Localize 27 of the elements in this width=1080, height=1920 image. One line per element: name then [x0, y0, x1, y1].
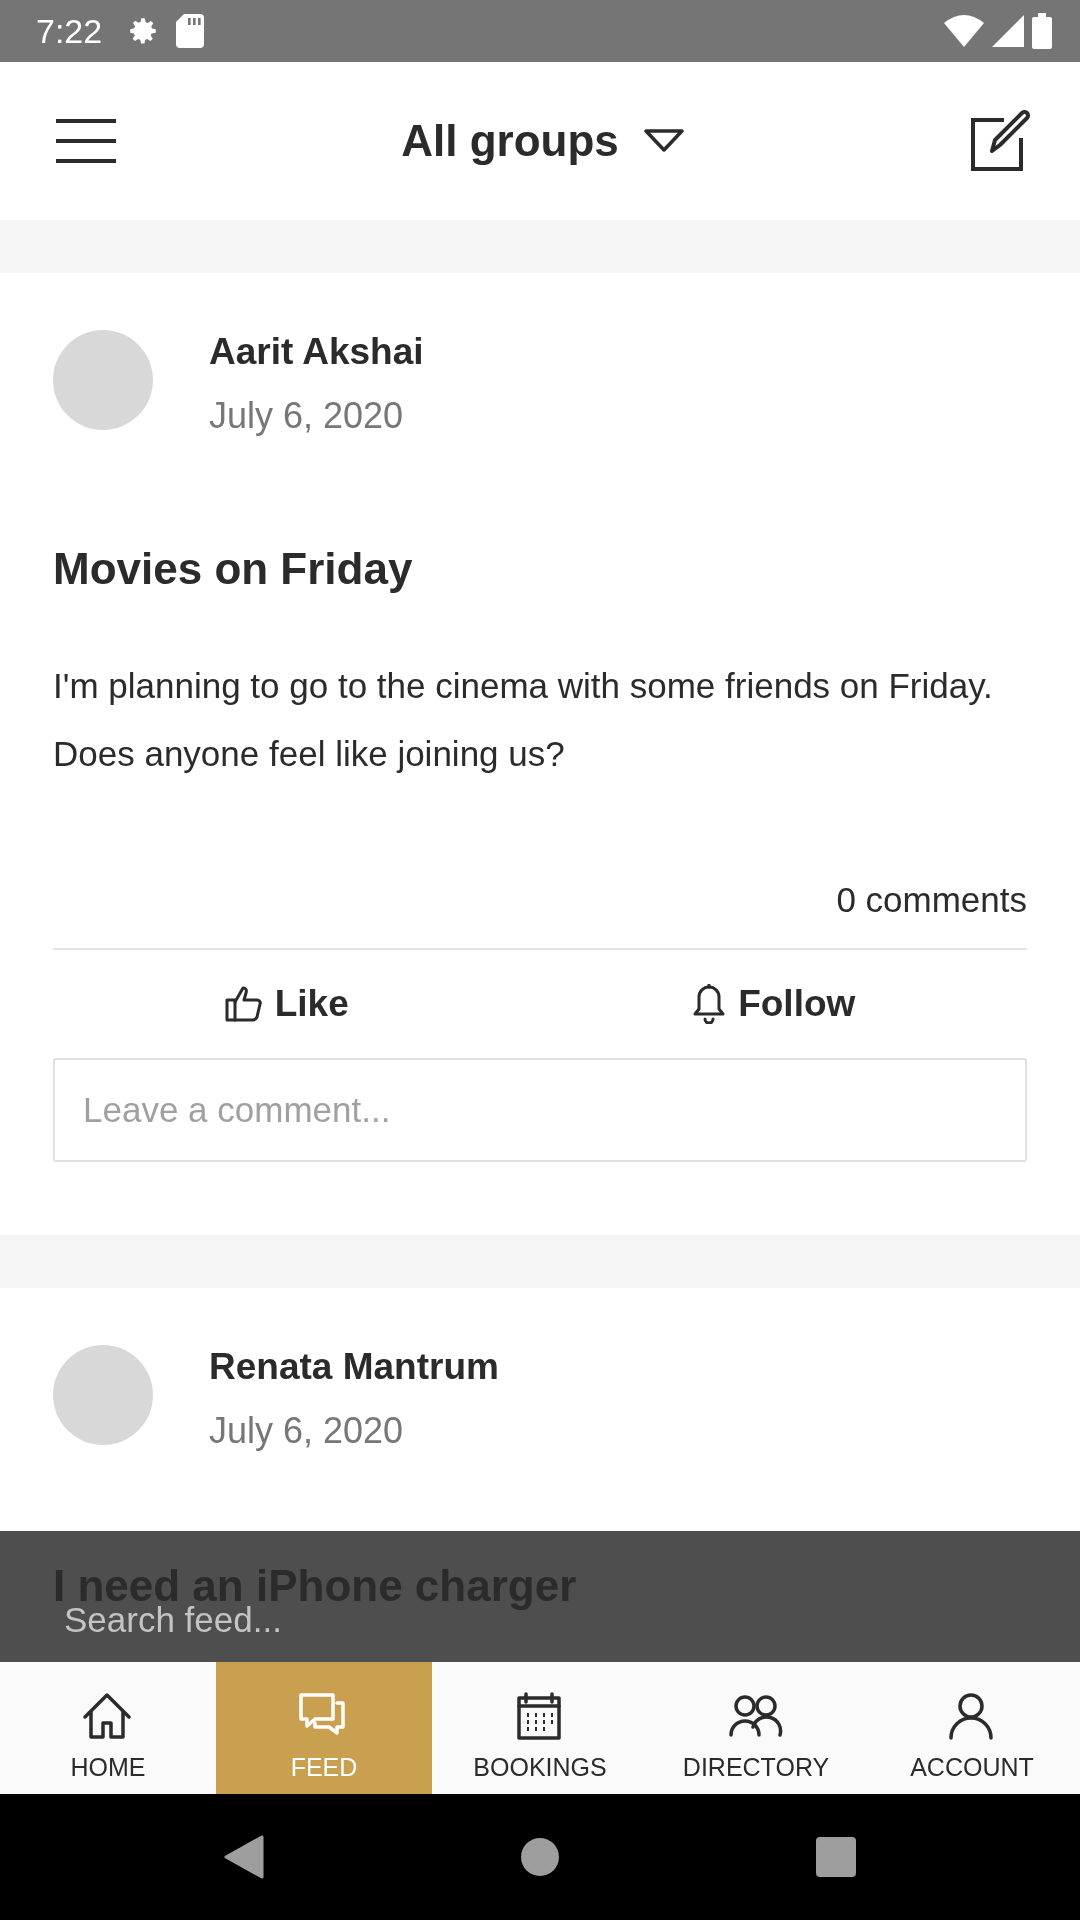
comment-field[interactable]: Leave a comment... [53, 1057, 1027, 1162]
nav-tab[interactable]: ACCOUNT [864, 1662, 1080, 1794]
group-dropdown[interactable]: All groups [401, 108, 685, 174]
post-title: Movies on Friday [53, 542, 414, 595]
back-icon[interactable] [224, 1835, 264, 1879]
post-date: July 6, 2020 [209, 394, 405, 438]
post-date: July 6, 2020 [209, 1408, 405, 1453]
nav-tab[interactable]: HOME [0, 1662, 216, 1794]
home-circle-icon[interactable] [520, 1837, 560, 1877]
signal-icon [992, 15, 1024, 47]
status-time: 7:22 [36, 10, 103, 52]
compose-icon[interactable] [970, 110, 1032, 172]
author-name: Aarit Akshai [209, 330, 424, 374]
bell-icon [692, 983, 727, 1024]
nav-tab[interactable]: DIRECTORY [648, 1662, 864, 1794]
comment-count[interactable]: 0 comments [53, 873, 1027, 951]
sd-card-icon [176, 14, 205, 48]
post-body: I'm planning to go to the cinema with some friends on Friday. Does anyone feel like joining us? [53, 664, 994, 775]
wifi-icon [944, 15, 984, 47]
thumbs-up-icon [224, 984, 263, 1023]
caret-icon [642, 129, 685, 153]
menu-icon[interactable] [56, 119, 116, 163]
battery-icon [1032, 13, 1052, 49]
like-button[interactable]: Like [224, 950, 349, 1052]
follow-button[interactable]: Follow [692, 950, 856, 1052]
author-name: Renata Mantrum [209, 1344, 499, 1389]
nav-tab[interactable]: BOOKINGS [432, 1662, 648, 1794]
